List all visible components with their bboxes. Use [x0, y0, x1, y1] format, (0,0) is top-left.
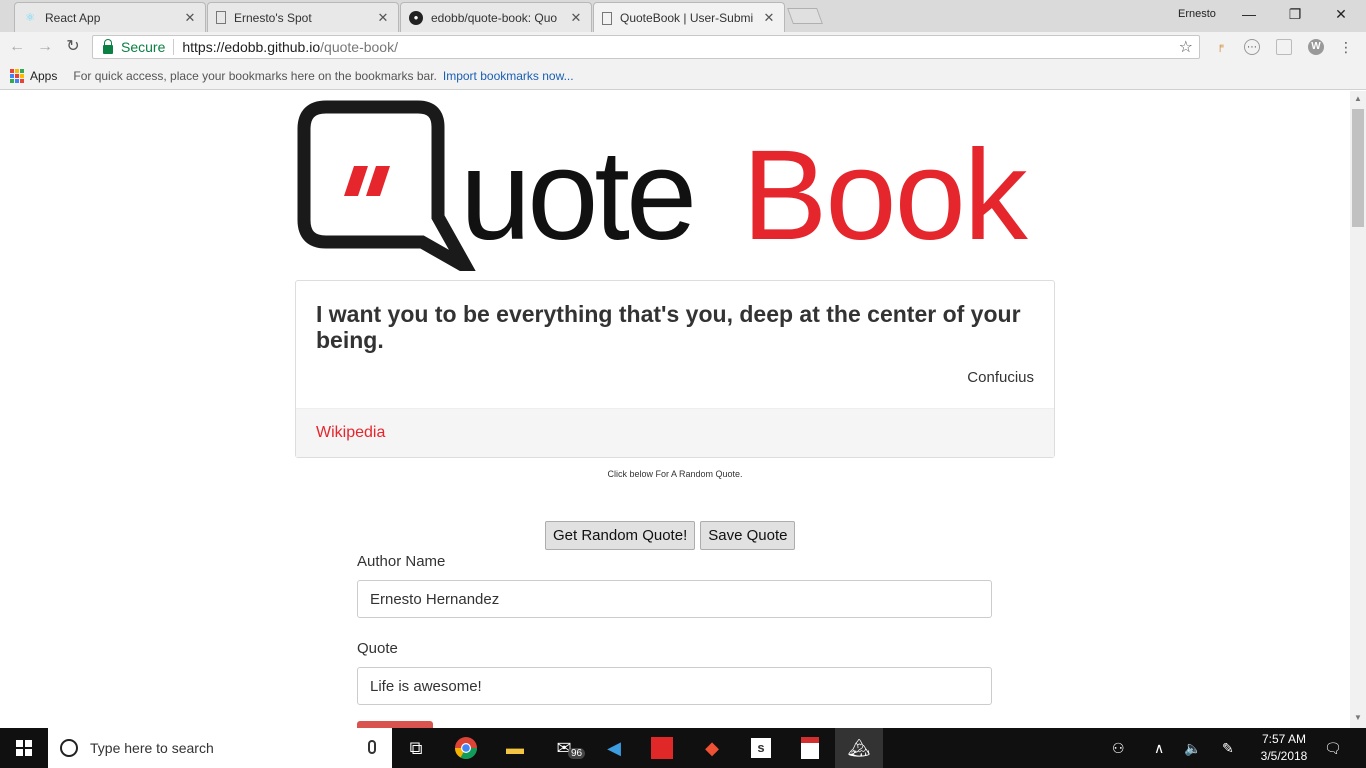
menu-dots-icon[interactable]: ⋮	[1338, 39, 1354, 55]
mail-badge: 96	[568, 748, 586, 759]
logo-word-quote: uote	[460, 124, 697, 267]
logo-word-book: Book	[742, 124, 1028, 267]
quotebook-logo: uote Book	[296, 99, 1056, 271]
taskbar-search[interactable]: Type here to search	[48, 728, 392, 768]
scroll-up-icon[interactable]: ▲	[1354, 94, 1362, 103]
restore-button[interactable]: ❐	[1272, 4, 1318, 26]
action-buttons: Get Random Quote! Save Quote	[545, 521, 796, 550]
chrome-icon[interactable]	[442, 728, 490, 768]
tab-react-app[interactable]: ⚛ React App ✕	[14, 2, 206, 32]
windows-logo-icon	[16, 740, 32, 756]
new-tab-button[interactable]	[787, 8, 823, 24]
close-tab-icon[interactable]: ✕	[376, 10, 390, 26]
clock-time: 7:57 AM	[1261, 732, 1307, 746]
get-random-quote-button[interactable]: Get Random Quote!	[545, 521, 696, 550]
close-tab-icon[interactable]: ✕	[183, 10, 197, 26]
back-icon[interactable]: ←	[6, 36, 28, 58]
search-placeholder: Type here to search	[90, 740, 214, 756]
quote-author: Confucius	[967, 369, 1034, 386]
close-tab-icon[interactable]: ✕	[569, 10, 583, 26]
taskbar-clock[interactable]: 7:57 AM 3/5/2018	[1256, 731, 1312, 765]
windows-taskbar: Type here to search ⧉ ▬ ✉ 96 ◀ ◆ s 🏔 ⚇ ∧ …	[0, 728, 1366, 768]
tab-title: edobb/quote-book: Quo	[431, 10, 558, 25]
clock-date: 3/5/2018	[1260, 749, 1308, 763]
show-hidden-icons[interactable]: ∧	[1154, 728, 1164, 768]
profile-name[interactable]: Ernesto	[1178, 8, 1216, 20]
close-window-button[interactable]: ✕	[1318, 4, 1364, 26]
bookmarks-bar: Apps For quick access, place your bookma…	[0, 62, 1366, 90]
forward-icon[interactable]: →	[34, 36, 56, 58]
bookmark-star-icon[interactable]: ☆	[1179, 37, 1193, 57]
url-host: https://edobb.github.io	[182, 39, 321, 55]
author-name-input[interactable]	[357, 580, 992, 618]
divider	[173, 39, 175, 55]
cortana-icon	[60, 739, 78, 757]
random-quote-hint: Click below For A Random Quote.	[607, 469, 743, 479]
address-bar[interactable]: Secure https://edobb.github.io/quote-boo…	[92, 35, 1200, 59]
submit-quote-form: Author Name Quote	[357, 553, 992, 727]
quote-card: I want you to be everything that's you, …	[295, 280, 1055, 458]
task-view-icon[interactable]: ⧉	[392, 728, 440, 768]
extension-key-icon[interactable]: ╒	[1212, 39, 1228, 55]
page-content: uote Book I want you to be everything th…	[0, 91, 1350, 728]
apps-link[interactable]: Apps	[30, 69, 57, 83]
git-icon[interactable]: ◆	[688, 728, 736, 768]
extension-w-icon[interactable]: W	[1308, 39, 1324, 55]
flipboard-icon[interactable]	[638, 728, 686, 768]
import-bookmarks-link[interactable]: Import bookmarks now...	[443, 69, 574, 83]
tab-title: Ernesto's Spot	[234, 10, 312, 25]
browser-toolbar: ← → ↻ Secure https://edobb.github.io/quo…	[0, 32, 1366, 62]
quote-input[interactable]	[357, 667, 992, 705]
author-name-label: Author Name	[357, 553, 446, 570]
page-icon	[602, 11, 612, 25]
tab-title: QuoteBook | User-Submi	[620, 11, 754, 25]
url-path: /quote-book/	[320, 39, 398, 55]
tab-quotebook[interactable]: QuoteBook | User-Submi ✕	[593, 2, 785, 33]
pdf-icon[interactable]	[786, 728, 834, 768]
scroll-down-icon[interactable]: ▼	[1354, 713, 1362, 722]
page-scrollbar[interactable]: ▲ ▼	[1350, 91, 1366, 728]
submit-button[interactable]	[357, 721, 433, 728]
tab-strip: ⚛ React App ✕ Ernesto's Spot ✕ ● edobb/q…	[0, 0, 1366, 33]
github-icon: ●	[409, 10, 423, 25]
minimize-button[interactable]: —	[1226, 4, 1272, 26]
quote-label: Quote	[357, 640, 398, 657]
react-icon: ⚛	[25, 12, 35, 24]
start-button[interactable]	[0, 728, 48, 768]
close-tab-icon[interactable]: ✕	[762, 10, 776, 26]
reload-icon[interactable]: ↻	[62, 36, 84, 58]
pen-icon[interactable]: ✎	[1222, 728, 1234, 768]
quote-card-footer: Wikipedia	[296, 408, 1054, 457]
file-explorer-icon[interactable]: ▬	[491, 728, 539, 768]
apps-grid-icon[interactable]	[10, 68, 24, 83]
tab-github-quote-book[interactable]: ● edobb/quote-book: Quo ✕	[400, 2, 592, 32]
scroll-thumb[interactable]	[1352, 109, 1364, 227]
lock-icon	[103, 38, 113, 54]
quote-text: I want you to be everything that's you, …	[316, 301, 1021, 353]
microphone-icon[interactable]	[368, 740, 376, 754]
notifications-icon[interactable]: 🗨	[1324, 728, 1342, 768]
vscode-icon[interactable]: ◀	[590, 728, 638, 768]
save-quote-button[interactable]: Save Quote	[700, 521, 796, 550]
extension-circle-icon[interactable]: ⋯	[1244, 39, 1260, 55]
volume-icon[interactable]: 🔈	[1184, 728, 1201, 768]
slack-icon[interactable]: s	[737, 728, 785, 768]
people-icon[interactable]: ⚇	[1112, 728, 1125, 768]
wikipedia-link[interactable]: Wikipedia	[316, 424, 385, 441]
tab-ernestos-spot[interactable]: Ernesto's Spot ✕	[207, 2, 399, 32]
quote-card-body: I want you to be everything that's you, …	[296, 281, 1054, 386]
page-icon	[216, 11, 226, 24]
bookmarks-hint: For quick access, place your bookmarks h…	[73, 68, 437, 83]
extension-grid-icon[interactable]	[1276, 39, 1292, 55]
tab-title: React App	[45, 10, 101, 25]
mail-icon[interactable]: ✉ 96	[540, 728, 588, 768]
secure-label: Secure	[121, 39, 166, 55]
photos-icon[interactable]: 🏔	[835, 728, 883, 768]
